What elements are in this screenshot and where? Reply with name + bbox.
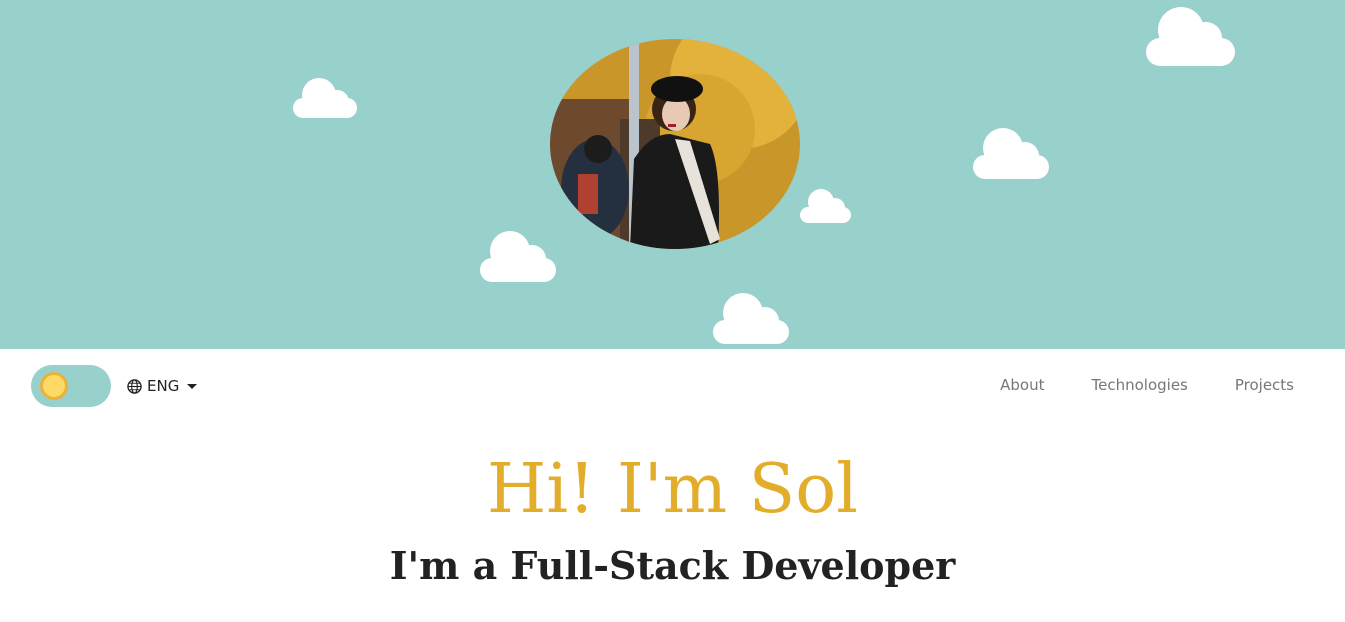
globe-icon xyxy=(127,378,142,394)
greeting-heading: Hi! I'm Sol xyxy=(487,450,858,529)
avatar xyxy=(550,39,800,249)
theme-toggle[interactable] xyxy=(31,365,111,407)
navbar: ENG About Technologies Projects xyxy=(0,349,1345,424)
cloud-decoration xyxy=(713,291,789,344)
language-label: ENG xyxy=(147,377,180,395)
cloud-decoration xyxy=(973,126,1049,179)
cloud-decoration xyxy=(1146,4,1235,66)
nav-link-about[interactable]: About xyxy=(1000,376,1044,394)
cloud-decoration xyxy=(800,187,851,223)
nav-link-projects[interactable]: Projects xyxy=(1235,376,1294,394)
hero-banner xyxy=(0,0,1345,349)
sun-icon xyxy=(40,372,68,400)
caret-down-icon xyxy=(187,383,198,389)
cloud-decoration xyxy=(293,74,357,118)
cloud-decoration xyxy=(480,229,556,282)
nav-links: About Technologies Projects xyxy=(1000,376,1294,394)
nav-link-technologies[interactable]: Technologies xyxy=(1092,376,1188,394)
role-subheading: I'm a Full-Stack Developer xyxy=(389,543,956,588)
language-dropdown[interactable]: ENG xyxy=(127,376,198,396)
